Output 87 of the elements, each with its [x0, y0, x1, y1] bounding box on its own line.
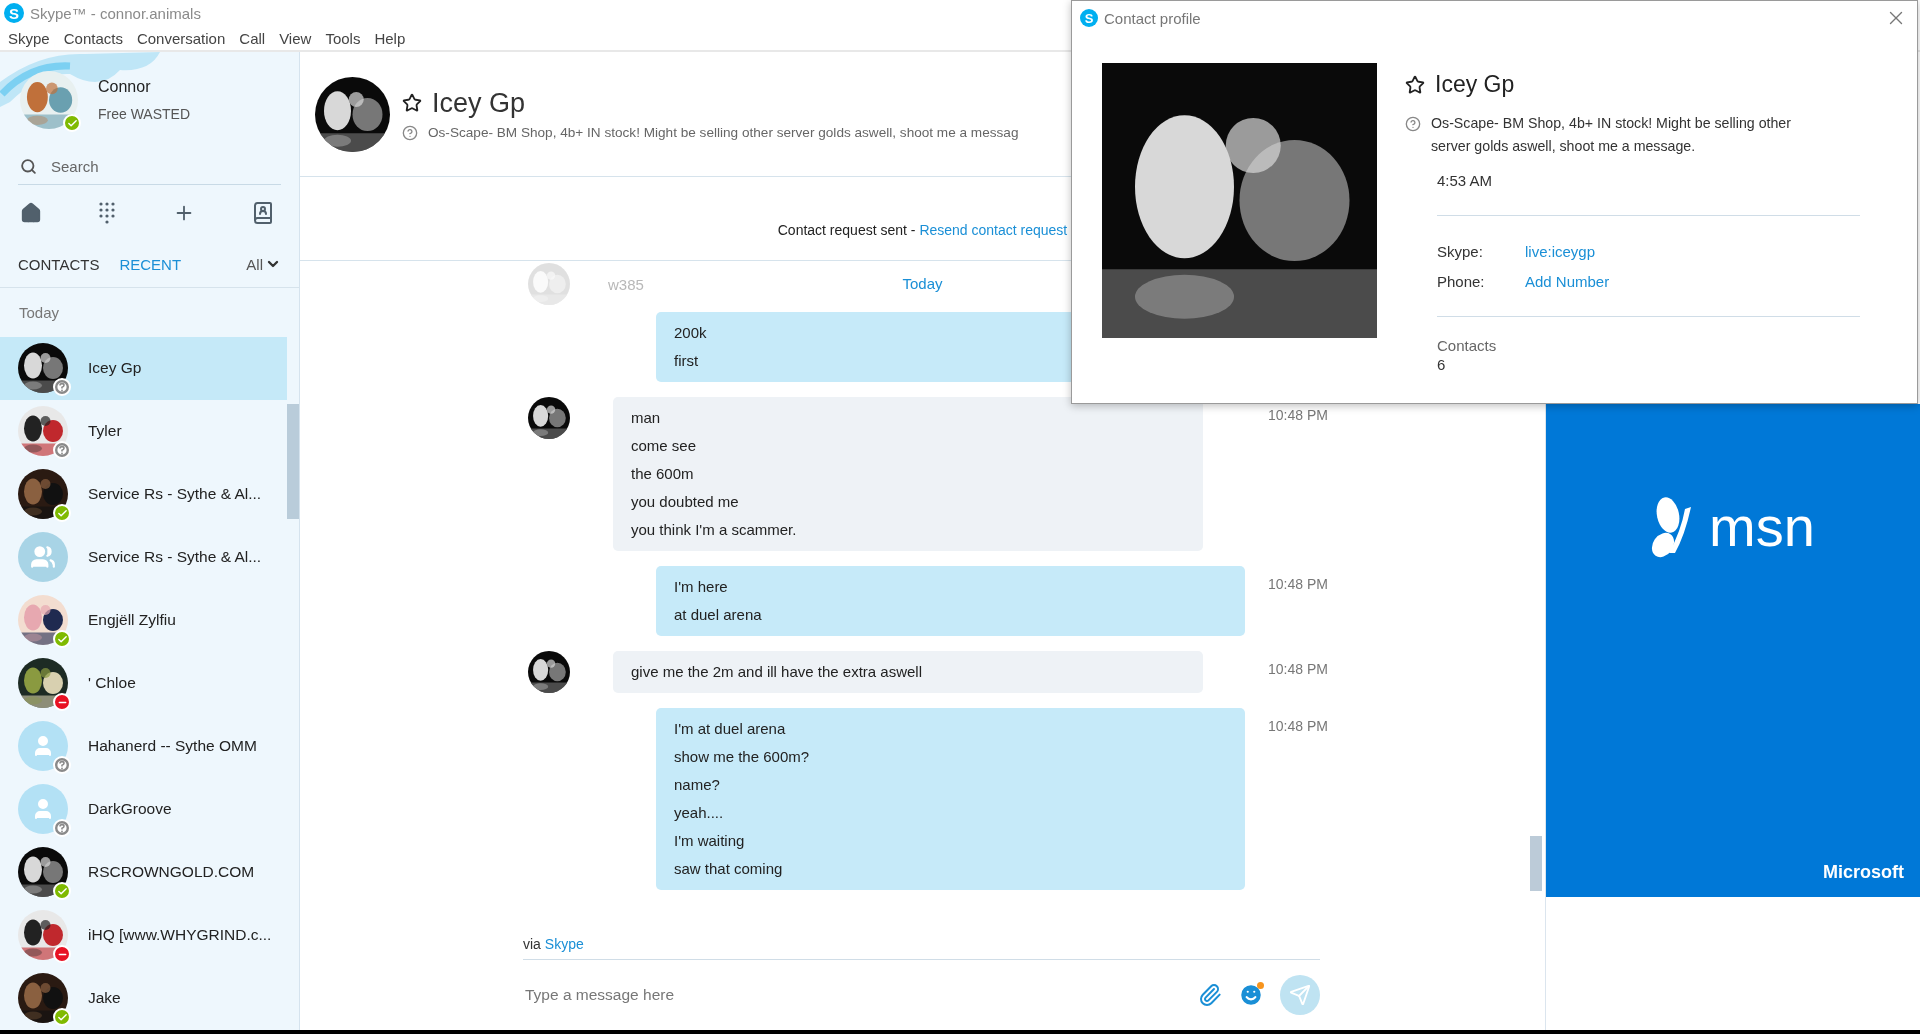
scrollbar[interactable]: [1530, 836, 1542, 891]
message-text: first: [674, 351, 700, 371]
contact-item[interactable]: Service Rs - Sythe & Al...: [0, 526, 287, 589]
contact-request-notice: Contact request sent - Resend contact request: [777, 222, 1068, 238]
contact-item[interactable]: RSCROWNGOLD.COM: [0, 841, 287, 904]
date-divider: Today: [902, 275, 943, 292]
dialpad-icon: [98, 200, 117, 225]
emoticon-button[interactable]: [1238, 982, 1264, 1008]
message-text: name?: [674, 775, 721, 795]
message-text: yeah....: [674, 803, 725, 823]
message-text: give me the 2m and ill have the extra aswell: [631, 662, 923, 682]
contact-item[interactable]: Engjëll Zylfiu: [0, 589, 287, 652]
window-title: Contact profile: [1104, 9, 1201, 27]
paperclip-icon: [1198, 983, 1222, 1007]
local-time: 4:53 AM: [1437, 172, 1494, 189]
menu-item[interactable]: View: [279, 29, 312, 47]
resend-link[interactable]: Resend contact request: [919, 222, 1068, 238]
contact-item[interactable]: Service Rs - Sythe & Al...: [0, 463, 287, 526]
person-avatar-icon: [18, 784, 68, 835]
help-icon: [1405, 116, 1421, 132]
contact-item[interactable]: Tyler: [0, 400, 287, 463]
message-text: man: [631, 408, 662, 428]
window-title: Skype™ - connor.animals: [30, 4, 201, 22]
tab[interactable]: CONTACTS: [18, 255, 100, 273]
company-name: Microsoft: [1823, 862, 1904, 883]
person-avatar-icon: [18, 721, 68, 772]
message-text: you doubted me: [631, 492, 740, 512]
message-time: 10:48 PM: [1268, 660, 1329, 677]
menu-item[interactable]: Conversation: [136, 29, 226, 47]
message-text: I'm here: [674, 577, 729, 597]
menu-item[interactable]: Call: [239, 29, 266, 47]
contact-item[interactable]: Icey Gp: [0, 337, 287, 400]
scrollbar[interactable]: [287, 404, 299, 519]
contact-name: Icey Gp: [1435, 71, 1515, 98]
user-name: Connor: [98, 78, 152, 97]
advert-panel[interactable]: msn Microsoft: [1546, 404, 1920, 897]
star-icon[interactable]: [1405, 74, 1425, 95]
send-icon: [1289, 984, 1311, 1006]
filter-dropdown[interactable]: All: [246, 255, 281, 273]
field-label: Phone:: [1437, 272, 1486, 290]
message-text: you think I'm a scammer.: [631, 520, 798, 540]
message-text: come see: [631, 436, 698, 456]
message-text: at duel arena: [674, 605, 763, 625]
section-heading: Today: [19, 304, 60, 322]
message-time: 10:48 PM: [1268, 406, 1329, 423]
menu-item[interactable]: Help: [374, 29, 406, 47]
contact-item[interactable]: ' Chloe: [0, 652, 287, 715]
contact-item[interactable]: iHQ [www.WHYGRIND.c...: [0, 904, 287, 967]
message-input[interactable]: Type a message here: [523, 985, 1182, 1005]
skype-link[interactable]: Skype: [544, 936, 584, 952]
group-avatar-icon: [18, 532, 68, 583]
message-time: 10:48 PM: [1268, 575, 1329, 592]
message-text: I'm waiting: [674, 831, 746, 851]
contact-name: Icey Gp: [432, 87, 526, 119]
skype-logo: S: [1080, 9, 1098, 27]
contact-mood: Os-Scape- BM Shop, 4b+ IN stock! Might be selling other server golds aswell, shoot me a message.: [1431, 114, 1792, 156]
contact-item[interactable]: Jake: [0, 967, 287, 1030]
message-time: 10:48 PM: [1268, 717, 1329, 734]
message-text: I'm at duel arena: [674, 719, 787, 739]
search-field[interactable]: Search: [49, 156, 281, 176]
message-text: show me the 600m?: [674, 747, 811, 767]
message-text: 200k: [674, 323, 708, 343]
contacts-label: Contacts: [1437, 337, 1498, 354]
user-mood: Free WASTED: [98, 106, 191, 123]
menu-item[interactable]: Tools: [325, 29, 361, 47]
star-icon[interactable]: [402, 93, 422, 113]
address-book-icon: [251, 200, 275, 225]
help-icon: [402, 124, 418, 141]
contact-item[interactable]: Hahanerd -- Sythe OMM: [0, 715, 287, 778]
field-label: Skype:: [1437, 242, 1484, 260]
attach-button[interactable]: [1198, 983, 1222, 1007]
message-text: the 600m: [631, 464, 695, 484]
field-link[interactable]: Add Number: [1525, 272, 1610, 290]
via-text: via Skype: [523, 936, 584, 952]
contacts-count: 6: [1437, 356, 1447, 373]
field-link[interactable]: live:iceygp: [1525, 242, 1596, 260]
menu-item[interactable]: Contacts: [63, 29, 123, 47]
contact-mood: Os-Scape- BM Shop, 4b+ IN stock! Might be selling other server golds aswell, shoot me a messag: [428, 125, 1019, 140]
menu-item[interactable]: Skype: [8, 29, 50, 47]
message-text: saw that coming: [674, 859, 784, 879]
smiley-icon: [1238, 982, 1264, 1008]
faded-message: w385: [608, 275, 644, 293]
brand-name: msn: [1709, 494, 1815, 559]
home-icon: [20, 201, 42, 224]
contact-item[interactable]: DarkGroove: [0, 778, 287, 841]
search-icon: [20, 157, 37, 175]
skype-logo: S: [4, 3, 24, 23]
